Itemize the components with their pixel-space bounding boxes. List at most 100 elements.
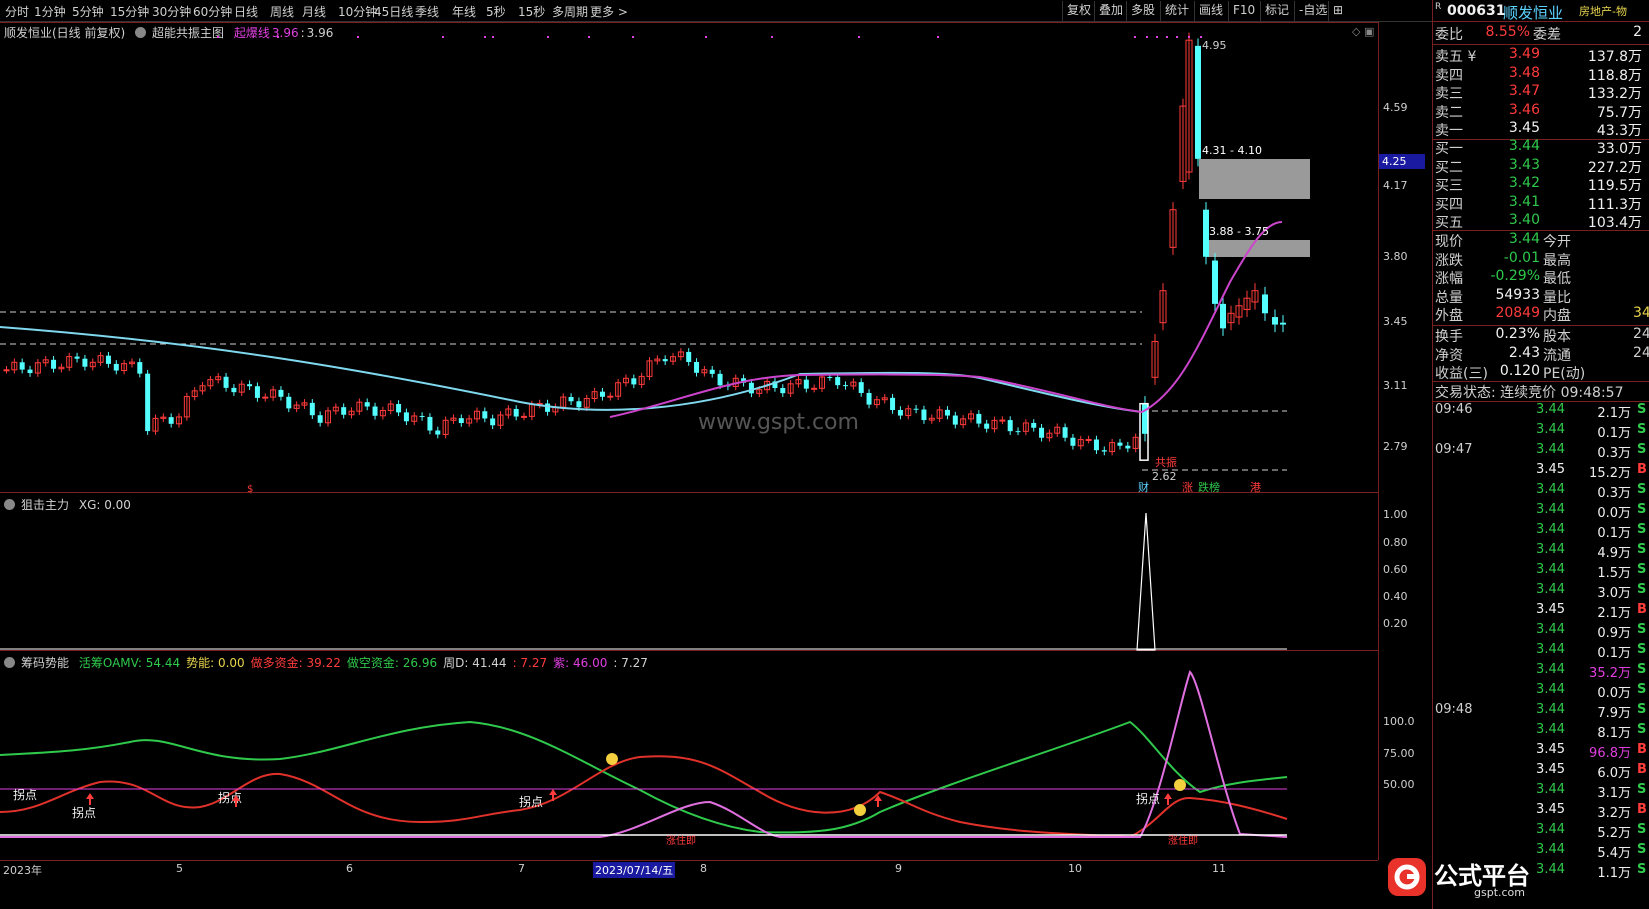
timeframe-6[interactable]: 日线 bbox=[234, 3, 258, 20]
gspt-logo-icon bbox=[1388, 858, 1426, 896]
chart-canvas[interactable]: 4.95 2.62 4.31 - 4.10 3.88 - 3.75 共振 www.gspt… bbox=[0, 22, 1378, 909]
marker-label: 涨 bbox=[1182, 481, 1193, 494]
candle-body bbox=[1262, 294, 1268, 314]
candle-body bbox=[286, 396, 292, 409]
marker-label: 跌榜 bbox=[1198, 480, 1220, 494]
candle-body bbox=[662, 359, 668, 362]
marker-label: 财 bbox=[1138, 480, 1149, 494]
bid-row: 买五 3.40 103.4万 bbox=[1435, 212, 1642, 231]
dollar-marker: $ bbox=[247, 484, 253, 495]
candle-body bbox=[576, 401, 582, 408]
sector-name[interactable]: 房地产-物 bbox=[1579, 3, 1649, 19]
candle-body bbox=[74, 356, 80, 359]
candle-body bbox=[19, 362, 25, 370]
candle-body bbox=[419, 415, 425, 417]
timeframe-16[interactable]: 更多 > bbox=[590, 3, 628, 20]
tick-row: 3.44 0.1万 S bbox=[1536, 522, 1647, 541]
signal-dot bbox=[705, 36, 707, 38]
candle-body bbox=[631, 378, 637, 385]
signal-dot bbox=[277, 36, 279, 38]
timeframe-1[interactable]: 1分钟 bbox=[34, 3, 66, 20]
bottom-label: 涨住即 bbox=[1168, 834, 1198, 847]
timeframe-4[interactable]: 30分钟 bbox=[152, 3, 191, 20]
tool-button-0[interactable]: 复权 bbox=[1062, 1, 1095, 21]
turning-point-label: 拐点 bbox=[218, 790, 242, 805]
tool-button-1[interactable]: 叠加 bbox=[1094, 1, 1127, 21]
y-tick: 1.00 bbox=[1383, 508, 1408, 521]
timeframe-12[interactable]: 年线 bbox=[452, 3, 476, 20]
stat-row: 涨跌 -0.01 最高 bbox=[1435, 249, 1571, 269]
candle-body bbox=[568, 397, 574, 402]
tool-button-3[interactable]: 统计 bbox=[1160, 1, 1193, 21]
timeframe-0[interactable]: 分时 bbox=[5, 3, 29, 20]
candle-body bbox=[247, 384, 253, 387]
signal-dot bbox=[632, 36, 634, 38]
timeframe-11[interactable]: 季线 bbox=[415, 3, 439, 20]
candle-body bbox=[1117, 442, 1123, 446]
watermark-text: www.gspt.com bbox=[698, 410, 859, 435]
timeframe-5[interactable]: 60分钟 bbox=[193, 3, 232, 20]
signal-dot bbox=[357, 36, 359, 38]
tool-button-5[interactable]: F10 bbox=[1228, 1, 1259, 21]
candle-body bbox=[105, 355, 111, 364]
candle-body bbox=[921, 409, 927, 421]
r-badge: R bbox=[1435, 2, 1442, 12]
signal-dot bbox=[217, 36, 219, 38]
candle-body bbox=[843, 385, 849, 387]
candle-body bbox=[1125, 445, 1131, 449]
high-label: 4.95 bbox=[1202, 39, 1227, 52]
ask-row: 卖五 ¥3.49 137.8万 bbox=[1435, 46, 1642, 65]
candle-body bbox=[1062, 427, 1068, 438]
signal-dot bbox=[492, 36, 494, 38]
signal-dot bbox=[1166, 36, 1168, 38]
candle-body bbox=[1085, 439, 1092, 442]
timeframe-14[interactable]: 15秒 bbox=[518, 3, 545, 20]
candle-body bbox=[1212, 260, 1218, 304]
y-tick: 100.0 bbox=[1383, 715, 1415, 728]
low-label: 2.62 bbox=[1152, 470, 1177, 483]
tool-button-7[interactable]: -自选 bbox=[1294, 1, 1331, 21]
timeframe-2[interactable]: 5分钟 bbox=[72, 3, 104, 20]
candle-body bbox=[1039, 427, 1045, 438]
tool-button-2[interactable]: 多股 bbox=[1126, 1, 1159, 21]
tick-row: 3.44 35.2万 S bbox=[1536, 662, 1647, 681]
signal-dot bbox=[1156, 36, 1158, 38]
timeframe-10[interactable]: 45日线 bbox=[374, 3, 413, 20]
x-tick: 2023年 bbox=[3, 864, 42, 877]
signal-dot bbox=[484, 36, 486, 38]
tool-button-6[interactable]: 标记 bbox=[1260, 1, 1293, 21]
box-label: 4.31 - 4.10 bbox=[1202, 144, 1262, 157]
turning-point-label: 拐点 bbox=[519, 794, 543, 809]
candle-body bbox=[607, 395, 614, 398]
y-tick: 3.80 bbox=[1383, 250, 1408, 263]
signal-dot bbox=[937, 36, 939, 38]
timeframe-15[interactable]: 多周期 bbox=[552, 3, 588, 20]
candle-body bbox=[1093, 439, 1099, 451]
tool-button-4[interactable]: 画线 bbox=[1194, 1, 1227, 21]
candle-body bbox=[521, 415, 528, 418]
timeframe-9[interactable]: 10分钟 bbox=[338, 3, 377, 20]
candle-body bbox=[403, 412, 409, 422]
gspt-logo: 公式平台 gspt.com bbox=[1382, 852, 1622, 900]
tool-button-8[interactable]: ⊞ bbox=[1328, 1, 1347, 21]
tick-row: 3.44 3.1万 S bbox=[1536, 782, 1647, 801]
timeframe-8[interactable]: 月线 bbox=[302, 3, 326, 20]
timeframe-7[interactable]: 周线 bbox=[270, 3, 294, 20]
bid-row: 买一 3.44 33.0万 bbox=[1435, 138, 1642, 157]
chart-area[interactable]: 顺发恒业(日线 前复权) 超能共振主图 起爆线 3.96:3.96 ◇ ▣ 4.5… bbox=[0, 22, 1432, 909]
timeframe-13[interactable]: 5秒 bbox=[486, 3, 506, 20]
smiley-icon bbox=[606, 753, 618, 765]
timeframe-3[interactable]: 15分钟 bbox=[110, 3, 149, 20]
tick-row: 3.44 0.1万 S bbox=[1536, 642, 1647, 661]
y-tick: 0.40 bbox=[1383, 590, 1408, 603]
candle-body bbox=[717, 373, 723, 386]
x-tick: 11 bbox=[1212, 862, 1226, 875]
bid-row: 买三 3.42 119.5万 bbox=[1435, 175, 1642, 194]
resistance-box bbox=[1206, 240, 1310, 257]
box-label: 3.88 - 3.75 bbox=[1209, 225, 1269, 238]
candle-body bbox=[1272, 317, 1278, 325]
candle-body bbox=[278, 389, 284, 397]
candle-body bbox=[835, 377, 841, 386]
candle-body bbox=[545, 403, 551, 412]
candle-body bbox=[168, 417, 174, 424]
